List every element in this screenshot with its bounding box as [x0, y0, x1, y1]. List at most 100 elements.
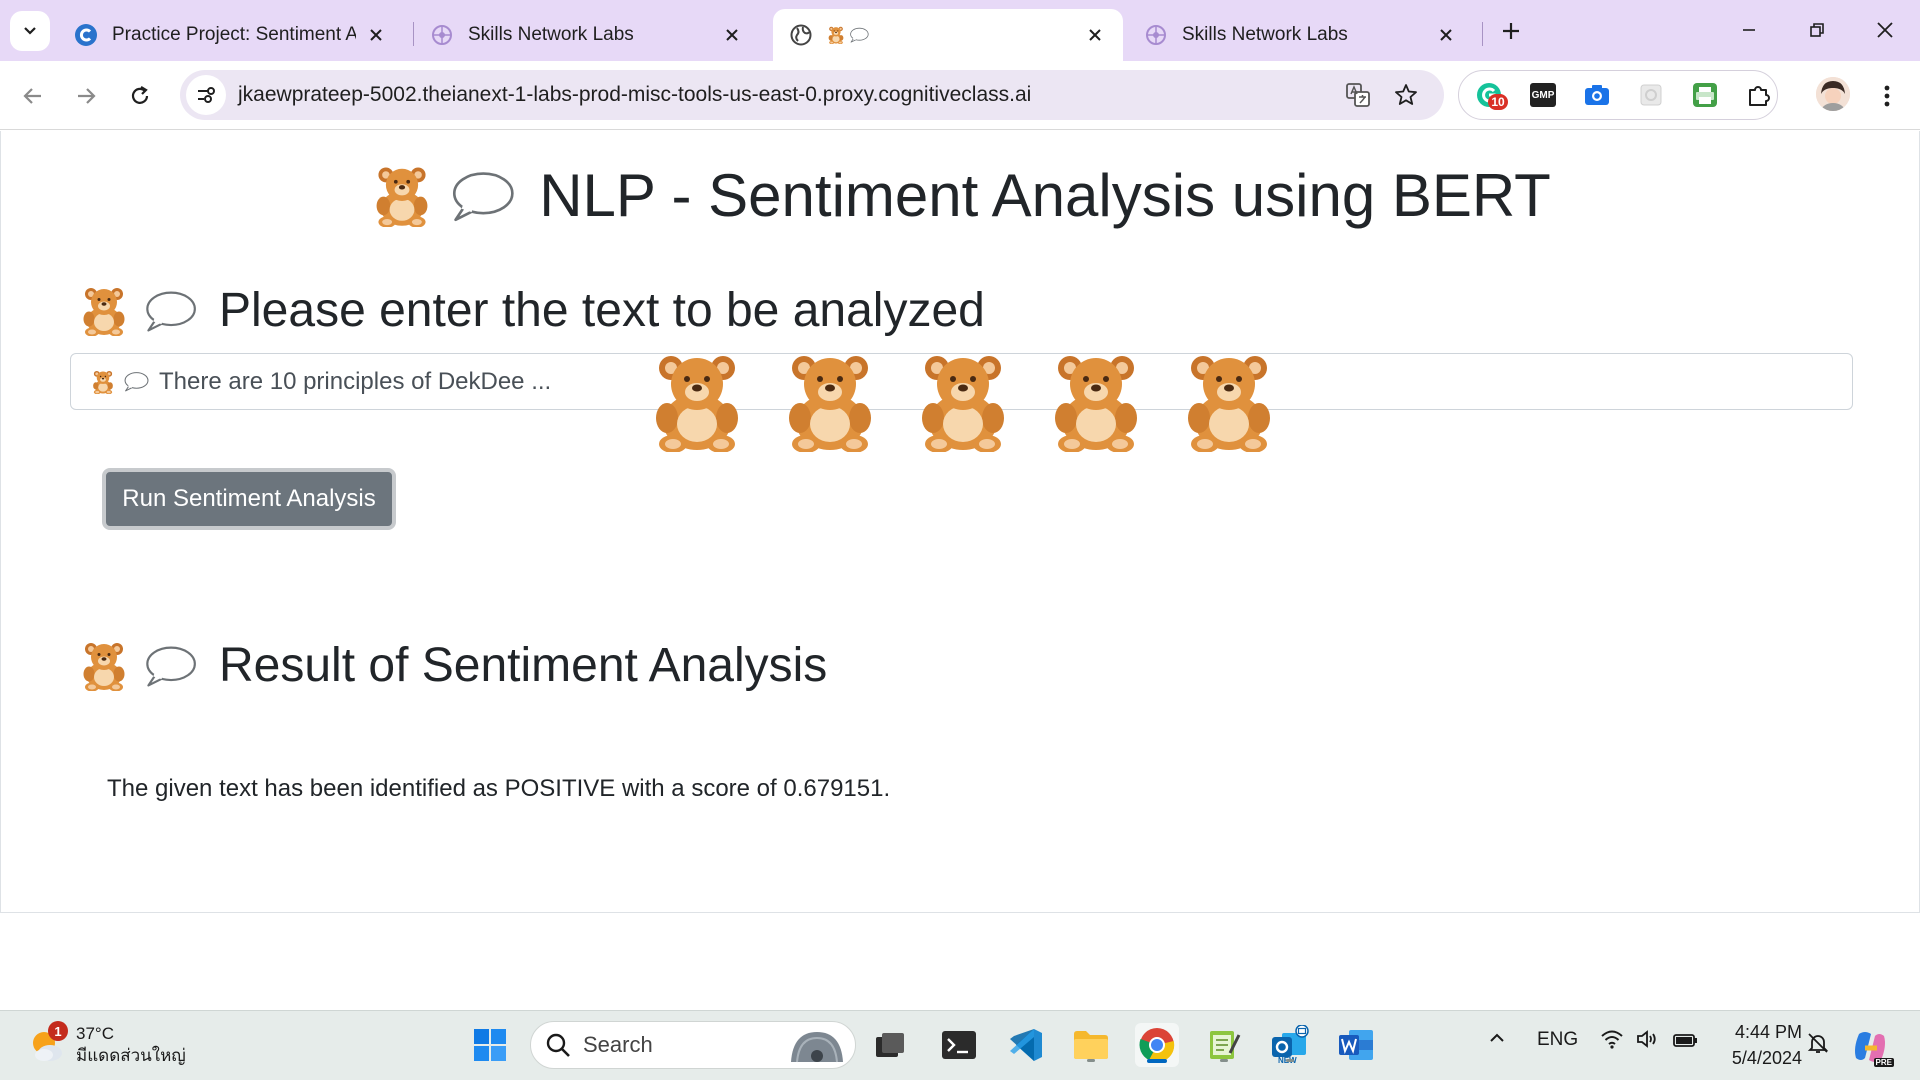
close-icon: [1877, 22, 1893, 38]
minimize-button[interactable]: [1726, 10, 1772, 50]
tab-title: Skills Network Labs: [468, 24, 634, 45]
grammarly-icon[interactable]: 10: [1471, 77, 1508, 113]
weather-description: มีแดดส่วนใหญ่: [76, 1046, 186, 1065]
restore-icon: [1810, 23, 1824, 37]
result-heading: Result of Sentiment Analysis: [79, 638, 827, 693]
start-button[interactable]: [468, 1023, 512, 1067]
weather-temp: 37°C: [76, 1024, 114, 1043]
weather-widget[interactable]: 1 37°C มีแดดส่วนใหญ่: [28, 1021, 186, 1067]
globe-icon: [789, 23, 813, 47]
web-page: NLP - Sentiment Analysis using BERT Plea…: [0, 131, 1920, 913]
task-view-icon: [876, 1033, 904, 1057]
close-window-button[interactable]: [1862, 10, 1908, 50]
taskbar-clock[interactable]: 4:44 PM 5/4/2024: [1722, 1019, 1802, 1071]
teddy-bear-speech-icon: [79, 641, 197, 691]
chevron-up-icon: [1490, 1033, 1504, 1042]
skills-network-icon: [430, 23, 454, 47]
running-indicator: [1087, 1059, 1095, 1062]
weather-badge: 1: [48, 1021, 68, 1041]
teddy-bear-speech-icon: [371, 165, 515, 227]
outlook-app[interactable]: NEW: [1268, 1023, 1312, 1067]
teddy-bear-icon: [647, 352, 747, 452]
address-bar[interactable]: jkaewprateep-5002.theianext-1-labs-prod-…: [180, 70, 1444, 120]
tab-title: Skills Network Labs: [1182, 24, 1348, 45]
back-button[interactable]: [14, 77, 52, 115]
notepad-icon: [1210, 1031, 1241, 1059]
more-vertical-icon: [1884, 85, 1890, 107]
tab-practice-project[interactable]: Practice Project: Sentiment Anal: [58, 9, 404, 61]
close-icon[interactable]: [1083, 23, 1107, 47]
puzzle-icon[interactable]: [1741, 77, 1777, 113]
clock-date: 5/4/2024: [1731, 1048, 1802, 1068]
extensions-group: 10 GMP: [1458, 70, 1778, 120]
forward-button[interactable]: [67, 77, 105, 115]
chrome-icon: [1139, 1028, 1175, 1063]
show-hidden-icons[interactable]: [1488, 1029, 1506, 1053]
notepad-app[interactable]: [1202, 1023, 1246, 1067]
word-icon: [1339, 1030, 1373, 1060]
page-title: NLP - Sentiment Analysis using BERT: [1, 161, 1920, 230]
run-sentiment-analysis-button[interactable]: Run Sentiment Analysis: [102, 468, 396, 530]
new-tab-button[interactable]: [1494, 14, 1528, 48]
copilot-button[interactable]: PRE: [1848, 1025, 1894, 1069]
tab-separator: [1482, 22, 1483, 46]
chrome-app[interactable]: [1135, 1023, 1179, 1067]
teddy-bear-icon: [1179, 352, 1279, 452]
battery-icon[interactable]: [1672, 1029, 1700, 1055]
input-value: There are 10 principles of DekDee ...: [159, 367, 552, 395]
teddy-bear-icon: [913, 352, 1013, 452]
chevron-down-icon: [24, 27, 36, 35]
close-icon[interactable]: [1434, 23, 1458, 47]
gmp-label: GMP: [1530, 83, 1556, 107]
translate-icon[interactable]: [1342, 79, 1374, 111]
search-icon: [546, 1033, 570, 1057]
running-indicator: [1286, 1059, 1294, 1062]
close-icon[interactable]: [720, 23, 744, 47]
bear-decoration-row: [647, 352, 1279, 452]
tab-search-button[interactable]: [10, 11, 50, 51]
notification-bell-icon[interactable]: [1806, 1031, 1830, 1061]
browser-toolbar: jkaewprateep-5002.theianext-1-labs-prod-…: [0, 61, 1920, 130]
arrow-right-icon: [78, 88, 96, 104]
terminal-app[interactable]: [937, 1023, 981, 1067]
tab-skills-network-2[interactable]: Skills Network Labs: [1128, 9, 1474, 61]
browser-menu-button[interactable]: [1870, 77, 1904, 115]
teddy-bear-icon: [1046, 352, 1146, 452]
gmp-icon[interactable]: GMP: [1525, 77, 1561, 113]
blank-extension-icon[interactable]: [1633, 77, 1669, 113]
terminal-icon: [942, 1031, 976, 1059]
wifi-icon[interactable]: [1600, 1029, 1624, 1055]
result-heading-text: Result of Sentiment Analysis: [219, 639, 828, 692]
copilot-pre-label: PRE: [1873, 1058, 1894, 1067]
close-icon[interactable]: [364, 23, 388, 47]
bookmark-star-icon[interactable]: [1390, 79, 1422, 111]
reload-button[interactable]: [121, 77, 159, 115]
camera-icon[interactable]: [1579, 77, 1615, 113]
running-indicator: [1220, 1059, 1228, 1062]
page-title-text: NLP - Sentiment Analysis using BERT: [539, 162, 1551, 229]
word-app[interactable]: [1334, 1023, 1378, 1067]
file-explorer-app[interactable]: [1069, 1023, 1113, 1067]
tab-title: Practice Project: Sentiment Anal: [112, 24, 356, 45]
vscode-icon: [1010, 1029, 1042, 1061]
teddy-bear-speech-icon: [827, 26, 1075, 44]
task-view-button[interactable]: [868, 1023, 912, 1067]
tab-strip: Practice Project: Sentiment Anal Skills …: [0, 0, 1920, 61]
profile-avatar[interactable]: [1816, 77, 1850, 111]
weather-sun-cloud-icon: 1: [28, 1021, 68, 1065]
taskbar-search-box[interactable]: Search: [530, 1021, 856, 1069]
vscode-app[interactable]: [1004, 1023, 1048, 1067]
site-info-icon[interactable]: [186, 75, 226, 115]
restore-button[interactable]: [1794, 10, 1840, 50]
tab-skills-network-1[interactable]: Skills Network Labs: [414, 9, 760, 61]
skills-network-icon: [1144, 23, 1168, 47]
plus-icon: [1503, 23, 1519, 39]
language-indicator[interactable]: ENG: [1537, 1029, 1578, 1051]
tab-sentiment-app[interactable]: [773, 9, 1123, 61]
reload-icon: [131, 86, 149, 104]
igloo-decoration-icon: [791, 1032, 843, 1063]
volume-icon[interactable]: [1636, 1029, 1660, 1055]
printer-icon[interactable]: [1687, 77, 1723, 113]
coursera-icon: [74, 23, 98, 47]
input-heading-text: Please enter the text to be analyzed: [219, 284, 985, 337]
